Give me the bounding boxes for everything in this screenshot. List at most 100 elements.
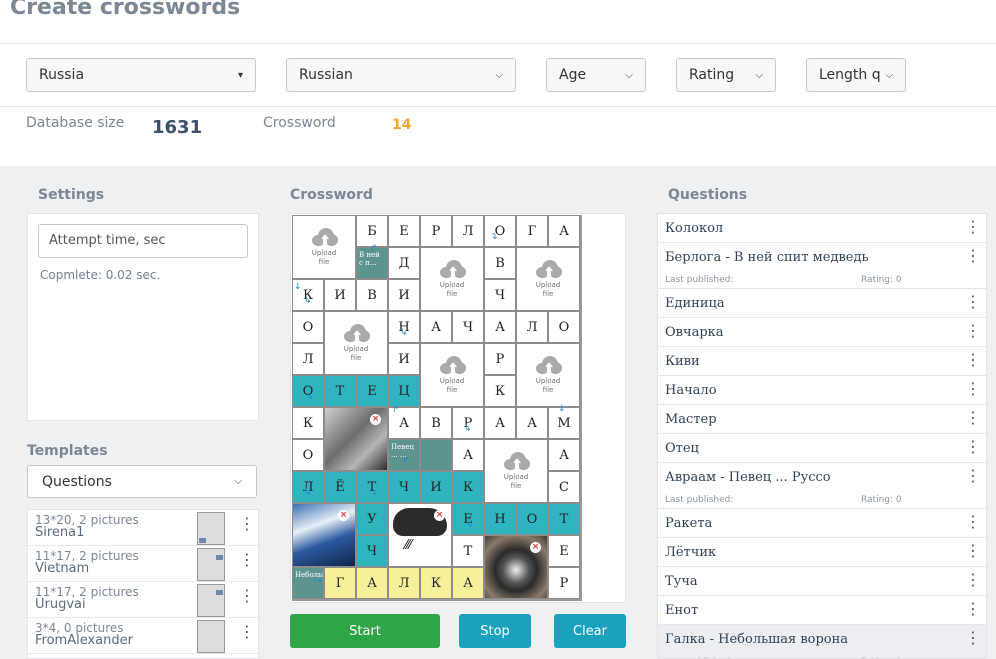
template-item[interactable]: 3*4, 0 pictures FromAlexander ⋮: [28, 618, 258, 654]
crossword-cell[interactable]: Р: [548, 567, 580, 599]
blank-cell[interactable]: [420, 439, 452, 471]
crossword-cell[interactable]: А: [516, 407, 548, 439]
more-icon[interactable]: ⋮: [965, 543, 981, 559]
crossword-cell[interactable]: Л: [388, 567, 420, 599]
crossword-cell[interactable]: И: [420, 471, 452, 503]
more-icon[interactable]: ⋮: [965, 219, 981, 235]
crossword-cell[interactable]: В: [484, 247, 516, 279]
question-item[interactable]: Ракета ⋮: [658, 509, 986, 538]
crossword-cell[interactable]: О: [292, 439, 324, 471]
question-item[interactable]: Единица ⋮: [658, 289, 986, 318]
man-photo[interactable]: ×: [324, 407, 388, 471]
remove-icon[interactable]: ×: [530, 542, 541, 553]
crossword-cell[interactable]: Н: [388, 311, 420, 343]
more-icon[interactable]: ⋮: [239, 516, 255, 532]
length-select[interactable]: Length q ⌵: [806, 58, 906, 92]
crossword-cell[interactable]: О: [548, 311, 580, 343]
crossword-cell[interactable]: Р: [420, 215, 452, 247]
more-icon[interactable]: ⋮: [965, 410, 981, 426]
crossword-cell[interactable]: Е: [548, 535, 580, 567]
question-item[interactable]: Мастер ⋮: [658, 405, 986, 434]
crossword-cell[interactable]: Т: [548, 503, 580, 535]
raccoon-photo[interactable]: ×: [484, 535, 548, 599]
crossword-cell[interactable]: А: [548, 439, 580, 471]
crossword-cell[interactable]: А: [420, 311, 452, 343]
template-item[interactable]: 13*20, 2 pictures Sirena1 ⋮: [28, 510, 258, 546]
more-icon[interactable]: ⋮: [965, 514, 981, 530]
crossword-cell[interactable]: Г: [516, 215, 548, 247]
crossword-cell[interactable]: Г: [324, 567, 356, 599]
crossword-cell[interactable]: У: [356, 503, 388, 535]
crossword-cell[interactable]: К: [484, 375, 516, 407]
remove-icon[interactable]: ×: [434, 510, 445, 521]
question-item[interactable]: Енот ⋮: [658, 596, 986, 625]
crossword-cell[interactable]: А: [484, 407, 516, 439]
crossword-cell[interactable]: О: [292, 375, 324, 407]
crossword-cell[interactable]: А: [452, 439, 484, 471]
question-item[interactable]: Туча ⋮: [658, 567, 986, 596]
crossword-cell[interactable]: Т: [356, 471, 388, 503]
crossword-cell[interactable]: Л: [452, 215, 484, 247]
question-item[interactable]: Берлога - В ней спит медведь Last publish…: [658, 243, 986, 289]
crossword-cell[interactable]: И: [388, 343, 420, 375]
template-item[interactable]: 11*17, 2 pictures Vietnam ⋮: [28, 546, 258, 582]
crossword-cell[interactable]: Ё: [324, 471, 356, 503]
question-item[interactable]: Лётчик ⋮: [658, 538, 986, 567]
start-button[interactable]: Start: [290, 614, 440, 648]
crossword-cell[interactable]: Л: [292, 343, 324, 375]
crossword-cell[interactable]: О: [484, 215, 516, 247]
country-select[interactable]: Russia ▾: [26, 58, 256, 92]
templates-select[interactable]: Questions ⌵: [27, 465, 257, 498]
crossword-cell[interactable]: А: [356, 567, 388, 599]
rating-select[interactable]: Rating ⌵: [676, 58, 776, 92]
crossword-cell[interactable]: О: [516, 503, 548, 535]
upload-cell[interactable]: Upload file: [324, 311, 388, 375]
more-icon[interactable]: ⋮: [965, 601, 981, 617]
crossword-cell[interactable]: О: [292, 311, 324, 343]
question-item[interactable]: Галка - Небольшая воронаLast published:R…: [658, 625, 986, 658]
question-item[interactable]: Колокол ⋮: [658, 214, 986, 243]
more-icon[interactable]: ⋮: [965, 352, 981, 368]
question-item[interactable]: Овчарка ⋮: [658, 318, 986, 347]
more-icon[interactable]: ⋮: [965, 572, 981, 588]
more-icon[interactable]: ⋮: [965, 294, 981, 310]
upload-cell[interactable]: Upload file: [516, 247, 580, 311]
crossword-cell[interactable]: Ч: [452, 311, 484, 343]
stop-button[interactable]: Stop: [459, 614, 531, 648]
crossword-cell[interactable]: Е: [356, 375, 388, 407]
crossword-cell[interactable]: Р: [452, 407, 484, 439]
crossword-cell[interactable]: Ч: [356, 535, 388, 567]
crossword-cell[interactable]: Ц: [388, 375, 420, 407]
more-icon[interactable]: ⋮: [965, 439, 981, 455]
crossword-cell[interactable]: И: [388, 279, 420, 311]
crossword-cell[interactable]: Б: [356, 215, 388, 247]
crossword-cell[interactable]: В: [420, 407, 452, 439]
more-icon[interactable]: ⋮: [965, 630, 981, 646]
template-item[interactable]: 11*17, 2 pictures Urugvai ⋮: [28, 582, 258, 618]
crossword-cell[interactable]: А: [548, 215, 580, 247]
crossword-cell[interactable]: Р: [484, 343, 516, 375]
clear-button[interactable]: Clear: [554, 614, 626, 648]
upload-cell[interactable]: Upload file: [420, 343, 484, 407]
crossword-cell[interactable]: Н: [484, 503, 516, 535]
crossword-cell[interactable]: В: [356, 279, 388, 311]
upload-cell[interactable]: Upload file: [292, 215, 356, 279]
language-select[interactable]: Russian ⌵: [286, 58, 516, 92]
crossword-cell[interactable]: Ч: [484, 279, 516, 311]
crossword-cell[interactable]: Т: [452, 535, 484, 567]
crossword-cell[interactable]: К: [292, 407, 324, 439]
pilot-photo[interactable]: ×: [292, 503, 356, 567]
more-icon[interactable]: ⋮: [965, 323, 981, 339]
upload-cell[interactable]: Upload file: [516, 343, 580, 407]
question-item[interactable]: Отец ⋮: [658, 434, 986, 463]
crossword-cell[interactable]: К: [452, 471, 484, 503]
crossword-cell[interactable]: И: [324, 279, 356, 311]
attempt-time-input[interactable]: Attempt time, sec: [38, 224, 248, 258]
crossword-cell[interactable]: А: [452, 567, 484, 599]
more-icon[interactable]: ⋮: [965, 468, 981, 484]
more-icon[interactable]: ⋮: [965, 381, 981, 397]
clue-cell[interactable]: Певец ... ...: [388, 439, 420, 471]
crossword-cell[interactable]: Д: [388, 247, 420, 279]
more-icon[interactable]: ⋮: [965, 248, 981, 264]
remove-icon[interactable]: ×: [370, 414, 381, 425]
